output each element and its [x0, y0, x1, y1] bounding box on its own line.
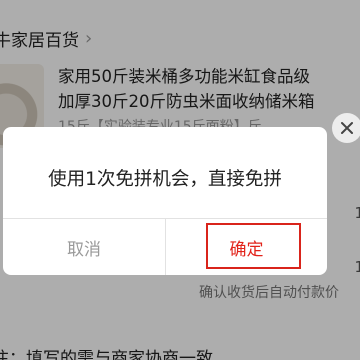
confirm-dialog: 使用1次免拼机会，直接免拼 取消 确定 [3, 127, 327, 275]
close-icon [341, 122, 353, 134]
confirm-button[interactable]: 确定 [166, 219, 327, 275]
cancel-button[interactable]: 取消 [3, 219, 165, 275]
dialog-message: 使用1次免拼机会，直接免拼 [48, 169, 282, 190]
close-button[interactable] [332, 113, 360, 143]
order-page: 牛家居百货 › 家用50斤装米桶多功能米缸食品级 加厚30斤20斤防虫米面收纳储… [0, 0, 360, 360]
